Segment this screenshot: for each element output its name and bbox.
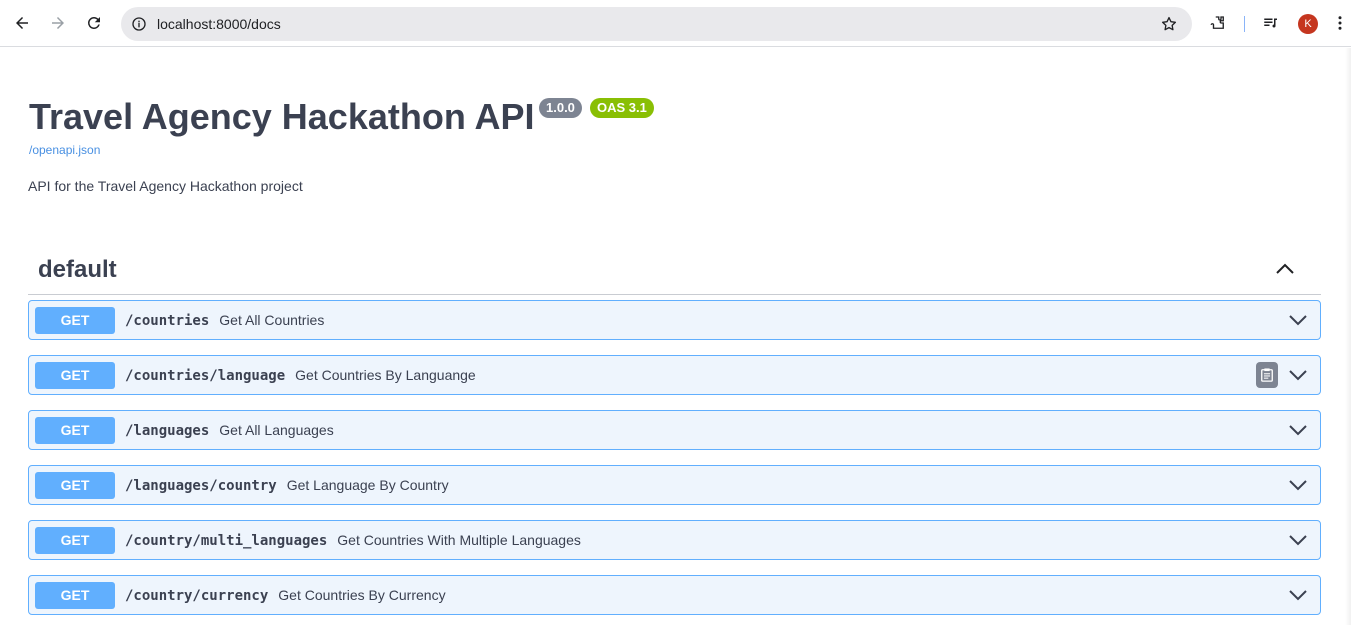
operation-path[interactable]: /languages Get All Languages (125, 411, 334, 450)
operation-summary[interactable]: Get Countries By Currency (278, 587, 445, 603)
browser-toolbar: localhost:8000/docs K (0, 0, 1351, 47)
tag-title[interactable]: default (38, 256, 117, 284)
operation-get-country-currency[interactable]: GET /country/currency Get Countries By Cu… (28, 575, 1321, 615)
address-bar[interactable]: localhost:8000/docs (121, 7, 1192, 41)
operation-get-countries-language[interactable]: GET /countries/language Get Countries By … (28, 355, 1321, 395)
method-badge[interactable]: GET (35, 362, 115, 389)
operation-get-languages[interactable]: GET /languages Get All Languages (28, 410, 1321, 450)
method-badge[interactable]: GET (35, 527, 115, 554)
path-text[interactable]: /country/currency (125, 588, 268, 604)
tag-section-header[interactable]: default (28, 248, 1321, 295)
back-arrow-icon[interactable] (8, 9, 36, 37)
operation-summary[interactable]: Get Countries With Multiple Languages (337, 532, 581, 548)
method-badge[interactable]: GET (35, 472, 115, 499)
operation-summary[interactable]: Get All Languages (219, 422, 333, 438)
path-text[interactable]: /languages (125, 423, 209, 439)
path-text[interactable]: /country/multi_languages (125, 533, 327, 549)
oas-badge: OAS 3.1 (590, 98, 654, 118)
operation-path[interactable]: /countries/language Get Countries By Lang… (125, 356, 476, 395)
chevron-down-icon[interactable] (1288, 475, 1308, 495)
chevron-down-icon[interactable] (1288, 585, 1308, 605)
operation-path[interactable]: /country/multi_languages Get Countries Wi… (125, 521, 581, 560)
forward-arrow-icon[interactable] (44, 9, 72, 37)
operation-get-country-multi-languages[interactable]: GET /country/multi_languages Get Countrie… (28, 520, 1321, 560)
operation-path[interactable]: /languages/country Get Language By Countr… (125, 466, 449, 505)
operation-get-countries[interactable]: GET /countries Get All Countries (28, 300, 1321, 340)
menu-dots-icon[interactable] (1330, 9, 1350, 37)
copy-to-clipboard-icon[interactable] (1256, 362, 1278, 388)
operation-summary[interactable]: Get Countries By Languange (295, 367, 476, 383)
operation-summary[interactable]: Get Language By Country (287, 477, 449, 493)
operation-summary[interactable]: Get All Countries (219, 312, 324, 328)
bookmark-star-icon[interactable] (1160, 15, 1178, 33)
chevron-down-icon[interactable] (1288, 365, 1308, 385)
operation-path[interactable]: /country/currency Get Countries By Curren… (125, 576, 446, 615)
media-queue-icon[interactable] (1257, 9, 1285, 37)
operation-path[interactable]: /countries Get All Countries (125, 301, 324, 340)
method-badge[interactable]: GET (35, 582, 115, 609)
toolbar-divider (1244, 16, 1245, 32)
scrollbar-track[interactable] (1345, 48, 1351, 625)
chevron-down-icon[interactable] (1288, 310, 1308, 330)
version-badge: 1.0.0 (539, 98, 582, 118)
api-description: API for the Travel Agency Hackathon proj… (28, 178, 303, 194)
chevron-down-icon[interactable] (1288, 530, 1308, 550)
operation-get-languages-country[interactable]: GET /languages/country Get Language By Co… (28, 465, 1321, 505)
site-info-icon[interactable] (129, 14, 149, 34)
path-text[interactable]: /countries/language (125, 368, 285, 384)
chevron-up-icon[interactable] (1275, 259, 1295, 279)
chevron-down-icon[interactable] (1288, 420, 1308, 440)
extensions-icon[interactable] (1204, 9, 1232, 37)
profile-avatar[interactable]: K (1298, 14, 1318, 34)
method-badge[interactable]: GET (35, 307, 115, 334)
api-title: Travel Agency Hackathon API (29, 96, 535, 137)
openapi-spec-link[interactable]: /openapi.json (29, 143, 100, 157)
method-badge[interactable]: GET (35, 417, 115, 444)
path-text[interactable]: /countries (125, 313, 209, 329)
reload-icon[interactable] (80, 9, 108, 37)
url-text[interactable]: localhost:8000/docs (157, 7, 281, 41)
path-text[interactable]: /languages/country (125, 478, 277, 494)
